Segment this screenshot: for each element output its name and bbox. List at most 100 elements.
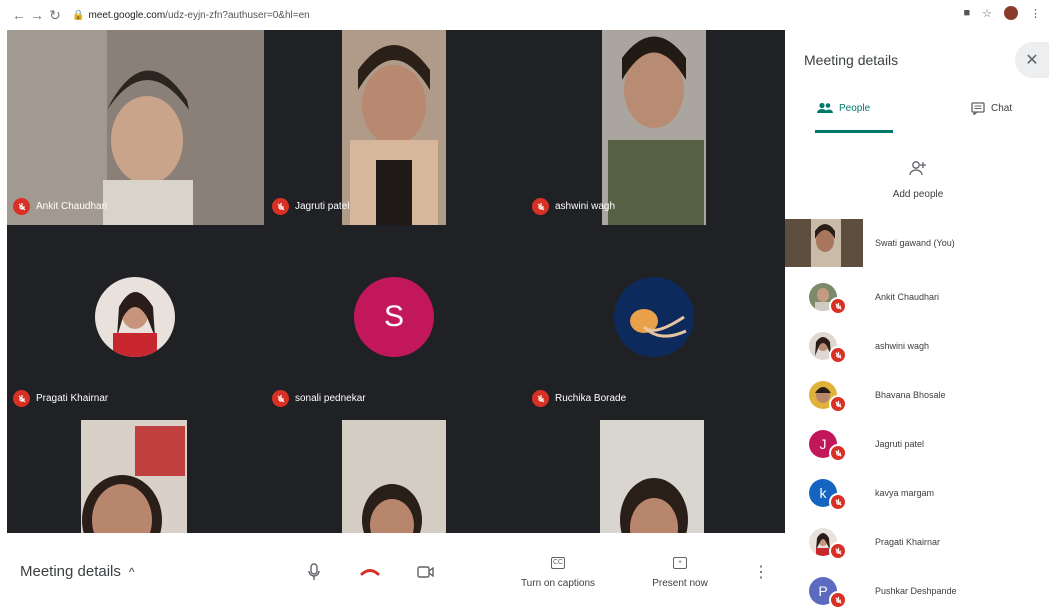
participant-avatar — [614, 277, 694, 357]
participant-video — [264, 30, 524, 225]
video-tile[interactable]: Pragati Khairnar — [7, 225, 264, 420]
mic-off-icon — [272, 198, 289, 215]
add-people-button[interactable]: Add people — [888, 160, 948, 200]
video-tile[interactable] — [7, 420, 264, 533]
browser-toolbar: ← → ↻ 🔒 meet.google.com/udz-eyjn-zfn?aut… — [0, 0, 1049, 30]
url-domain: meet.google.com — [88, 9, 166, 21]
mic-off-icon — [829, 297, 847, 315]
video-tile[interactable]: ashwini wagh — [524, 30, 785, 225]
participant-letter-avatar: S — [354, 277, 434, 357]
camera-button[interactable] — [415, 561, 437, 583]
star-icon[interactable]: ☆ — [982, 7, 992, 20]
participant-row[interactable]: ashwini wagh — [785, 322, 1049, 370]
mic-off-icon — [829, 542, 847, 560]
video-tile[interactable] — [264, 420, 524, 533]
forward-arrow-icon[interactable]: → — [28, 7, 46, 23]
video-camera-icon — [417, 566, 434, 578]
participant-row[interactable]: Ankit Chaudhari — [785, 273, 1049, 321]
mic-off-icon — [532, 198, 549, 215]
participant-row-name: Pragati Khairnar — [875, 537, 941, 547]
participant-name-tag: Pragati Khairnar — [13, 390, 108, 407]
leave-call-button[interactable] — [359, 561, 381, 583]
participant-name: Jagruti patel — [295, 201, 350, 212]
participant-name: Ankit Chaudhari — [36, 201, 108, 212]
captions-button[interactable]: Turn on captions — [510, 578, 606, 589]
end-call-icon — [360, 569, 380, 576]
self-video-thumbnail — [785, 219, 863, 267]
participant-name-tag: Jagruti patel — [272, 198, 349, 215]
lock-icon: 🔒 — [72, 9, 85, 21]
participant-row-name: Swati gawand (You) — [875, 238, 955, 248]
active-tab-indicator — [815, 130, 893, 133]
panel-title: Meeting details — [804, 52, 899, 68]
reload-icon[interactable]: ↻ — [46, 7, 64, 24]
video-tile[interactable]: Ankit Chaudhari — [7, 30, 264, 225]
participant-name-tag: Ruchika Borade — [532, 390, 626, 407]
participant-avatar — [95, 277, 175, 357]
participant-row[interactable]: Bhavana Bhosale — [785, 371, 1049, 419]
present-now-button[interactable]: Present now — [640, 578, 720, 589]
meeting-details-label: Meeting details — [20, 563, 121, 580]
close-icon[interactable]: ✕ — [1015, 42, 1049, 78]
participant-name-tag: ashwini wagh — [532, 198, 615, 215]
participant-row[interactable]: J Jagruti patel — [785, 420, 1049, 468]
url-text: meet.google.com/udz-eyjn-zfn?authuser=0&… — [88, 10, 309, 21]
participant-row-name: Ankit Chaudhari — [875, 292, 940, 302]
participant-name: ashwini wagh — [555, 201, 616, 212]
participant-video — [7, 420, 264, 533]
meet-window: ← → ↻ 🔒 meet.google.com/udz-eyjn-zfn?aut… — [0, 0, 1049, 607]
participant-video — [264, 420, 524, 533]
chevron-up-icon: ^ — [128, 564, 135, 579]
participant-name: sonali pednekar — [295, 393, 366, 404]
meeting-details-panel: Meeting details ✕ People Chat Add people… — [785, 30, 1049, 607]
tab-chat[interactable]: Chat — [971, 102, 1012, 115]
closed-captions-icon[interactable]: CC — [551, 557, 565, 569]
back-arrow-icon[interactable]: ← — [10, 7, 28, 23]
participant-row-name: ashwini wagh — [875, 341, 930, 351]
mic-off-icon — [829, 493, 847, 511]
participant-row-name: Jagruti patel — [875, 439, 925, 449]
camera-indicator-icon[interactable]: ■ — [963, 7, 970, 19]
mic-off-icon — [532, 390, 549, 407]
mic-off-icon — [829, 346, 847, 364]
participant-name: Pragati Khairnar — [36, 393, 109, 404]
participant-row[interactable]: Pragati Khairnar — [785, 518, 1049, 566]
video-grid: Ankit Chaudhari Jagruti patel ashwini wa… — [7, 30, 785, 533]
participant-row[interactable]: k kavya margam — [785, 469, 1049, 517]
participant-row-name: Bhavana Bhosale — [875, 390, 946, 400]
tab-chat-label: Chat — [991, 103, 1013, 114]
participant-video — [524, 420, 785, 533]
microphone-button[interactable] — [303, 561, 325, 583]
participant-name-tag: sonali pednekar — [272, 390, 366, 407]
add-people-label: Add people — [892, 189, 944, 200]
participant-row[interactable]: P Pushkar Deshpande — [785, 567, 1049, 607]
more-options-icon[interactable]: ⋮ — [750, 561, 772, 583]
video-tile[interactable]: Jagruti patel — [264, 30, 524, 225]
participant-video — [524, 30, 785, 225]
meeting-details-button[interactable]: Meeting details ^ — [20, 563, 135, 580]
add-person-icon — [909, 161, 926, 176]
mic-off-icon — [829, 444, 847, 462]
present-screen-icon[interactable]: + — [673, 557, 687, 569]
address-bar[interactable]: 🔒 meet.google.com/udz-eyjn-zfn?authuser=… — [72, 10, 310, 21]
chat-icon — [971, 102, 985, 115]
participant-video — [7, 30, 264, 225]
mic-off-icon — [13, 198, 30, 215]
meeting-controls-bar: Meeting details ^ CC Turn on captions + … — [0, 533, 785, 607]
mic-off-icon — [829, 591, 847, 607]
participant-row-name: Pushkar Deshpande — [875, 586, 957, 596]
video-tile[interactable]: S sonali pednekar — [264, 225, 524, 420]
people-icon — [817, 102, 833, 113]
url-path: /udz-eyjn-zfn?authuser=0&hl=en — [165, 9, 310, 21]
video-tile[interactable]: Ruchika Borade — [524, 225, 785, 420]
profile-avatar[interactable] — [1004, 6, 1018, 20]
mic-off-icon — [829, 395, 847, 413]
tab-people[interactable]: People — [817, 102, 870, 114]
browser-menu-icon[interactable]: ⋮ — [1030, 7, 1041, 20]
video-tile[interactable] — [524, 420, 785, 533]
participant-name-tag: Ankit Chaudhari — [13, 198, 107, 215]
mic-off-icon — [13, 390, 30, 407]
participant-row-name: kavya margam — [875, 488, 935, 498]
participant-row[interactable]: Swati gawand (You) — [785, 219, 1049, 267]
microphone-icon — [308, 563, 320, 580]
